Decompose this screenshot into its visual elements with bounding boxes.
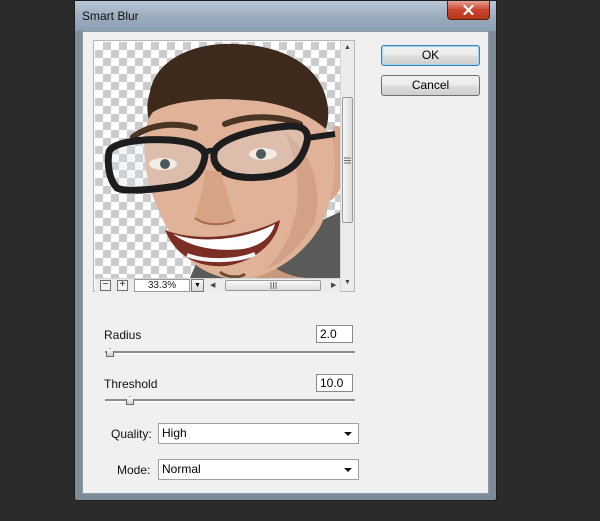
chevron-down-icon: ▼ [194,282,201,289]
dialog-body: ▲ ▼ − + 33.3% ▼ ◀ ▶ OK Cancel Radius 2.0… [82,31,489,494]
mode-dropdown[interactable]: Normal [158,459,359,480]
threshold-slider-track[interactable] [105,399,355,402]
scroll-right-arrow-icon[interactable]: ▶ [331,282,336,289]
zoom-out-button[interactable]: − [100,280,111,291]
grip-icon [344,157,351,163]
preview-bottom-bar: − + 33.3% ▼ ◀ ▶ [95,278,340,292]
close-button[interactable] [447,1,490,20]
scroll-up-arrow-icon[interactable]: ▲ [344,44,351,51]
radius-slider-track[interactable] [105,351,355,354]
title-bar[interactable]: Smart Blur [75,1,496,31]
preview-vertical-scrollbar[interactable]: ▲ ▼ [340,41,354,291]
threshold-input[interactable]: 10.0 [316,374,353,392]
grip-icon [270,282,276,289]
horizontal-scroll-thumb[interactable] [225,280,321,291]
radius-slider-thumb[interactable] [106,348,114,357]
portrait-image [104,43,340,278]
ok-button[interactable]: OK [381,45,480,66]
mode-label: Mode: [117,463,151,477]
radius-label: Radius [104,328,142,342]
chevron-down-icon [344,468,352,472]
threshold-label: Threshold [104,377,158,391]
preview-image[interactable] [95,42,340,278]
threshold-slider-thumb[interactable] [126,396,134,405]
radius-input[interactable]: 2.0 [316,325,353,343]
vertical-scroll-thumb[interactable] [342,97,353,223]
zoom-in-button[interactable]: + [117,280,128,291]
quality-selected-value: High [162,426,187,440]
quality-dropdown[interactable]: High [158,423,359,444]
scroll-left-arrow-icon[interactable]: ◀ [210,282,215,289]
zoom-level[interactable]: 33.3% [134,279,190,292]
dialog-window: Smart Blur ▲ ▼ − + 33.3% ▼ ◀ ▶ OK Cancel… [74,0,497,501]
close-icon [463,5,474,15]
dialog-title: Smart Blur [82,9,139,23]
chevron-down-icon [344,432,352,436]
preview-frame: ▲ ▼ − + 33.3% ▼ ◀ ▶ [93,40,355,292]
mode-selected-value: Normal [162,462,201,476]
quality-label: Quality: [111,427,152,441]
cancel-button[interactable]: Cancel [381,75,480,96]
scroll-down-arrow-icon[interactable]: ▼ [344,279,351,286]
zoom-dropdown-button[interactable]: ▼ [191,279,204,292]
